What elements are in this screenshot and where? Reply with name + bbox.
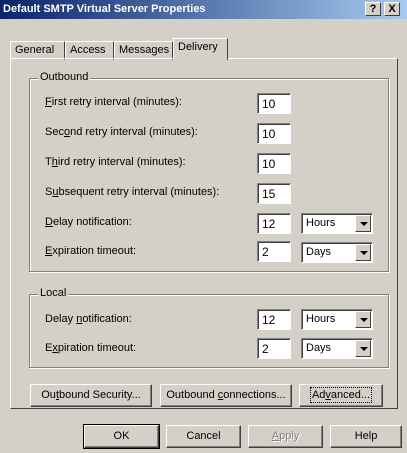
tab-label: Delivery — [178, 41, 218, 53]
close-icon: X — [388, 3, 396, 15]
chevron-down-icon[interactable] — [355, 311, 371, 328]
local-expiration-unit-select[interactable]: Days — [301, 338, 373, 359]
help-title-button[interactable]: ? — [365, 2, 381, 16]
subsequent-retry-input[interactable]: 15 — [257, 183, 291, 204]
advanced-button[interactable]: Advanced... — [299, 384, 383, 407]
subsequent-retry-label: Subsequent retry interval (minutes): — [45, 186, 220, 198]
chevron-down-icon[interactable] — [355, 215, 371, 232]
close-title-button[interactable]: X — [384, 2, 400, 16]
selected-value: Hours — [306, 217, 336, 229]
local-expiration-timeout-label: Expiration timeout: — [45, 342, 137, 354]
first-retry-input[interactable]: 10 — [257, 93, 291, 114]
third-retry-label: Third retry interval (minutes): — [45, 156, 186, 168]
outbound-delay-notification-input[interactable]: 12 — [257, 213, 291, 234]
outbound-delay-unit-select[interactable]: Hours — [301, 213, 373, 234]
selected-value: Days — [306, 246, 332, 258]
chevron-down-icon[interactable] — [355, 340, 371, 357]
help-button[interactable]: Help — [330, 425, 402, 448]
outbound-expiration-unit-select[interactable]: Days — [301, 242, 373, 263]
window-title: Default SMTP Virtual Server Properties — [3, 3, 206, 15]
outbound-expiration-timeout-input[interactable]: 2 — [257, 241, 291, 262]
tab-label: Access — [70, 44, 106, 56]
tab-label: Messages — [119, 44, 170, 56]
ok-button[interactable]: OK — [83, 424, 160, 449]
second-retry-input[interactable]: 10 — [257, 123, 291, 144]
outbound-security-button[interactable]: Outbound Security... — [30, 384, 152, 407]
second-retry-label: Second retry interval (minutes): — [45, 126, 198, 138]
local-group-title: Local — [38, 287, 69, 299]
local-delay-unit-select[interactable]: Hours — [301, 309, 373, 330]
selected-value: Hours — [306, 313, 336, 325]
local-delay-notification-label: Delay notification: — [45, 313, 132, 325]
tab-label: General — [15, 44, 55, 56]
title-bar: Default SMTP Virtual Server Properties ?… — [0, 0, 407, 19]
tab-delivery[interactable]: Delivery — [173, 38, 228, 62]
outbound-group-title: Outbound — [38, 71, 91, 83]
third-retry-input[interactable]: 10 — [257, 153, 291, 174]
cancel-button[interactable]: Cancel — [166, 425, 241, 448]
selected-value: Days — [306, 342, 332, 354]
local-delay-notification-input[interactable]: 12 — [257, 309, 291, 330]
help-icon: ? — [369, 3, 377, 15]
outbound-expiration-timeout-label: Expiration timeout: — [45, 245, 137, 257]
first-retry-label: First retry interval (minutes): — [45, 96, 182, 108]
chevron-down-icon[interactable] — [355, 244, 371, 261]
outbound-delay-notification-label: Delay notification: — [45, 216, 132, 228]
local-expiration-timeout-input[interactable]: 2 — [257, 338, 291, 359]
apply-button[interactable]: Apply — [248, 425, 323, 448]
outbound-connections-button[interactable]: Outbound connections... — [160, 384, 292, 407]
